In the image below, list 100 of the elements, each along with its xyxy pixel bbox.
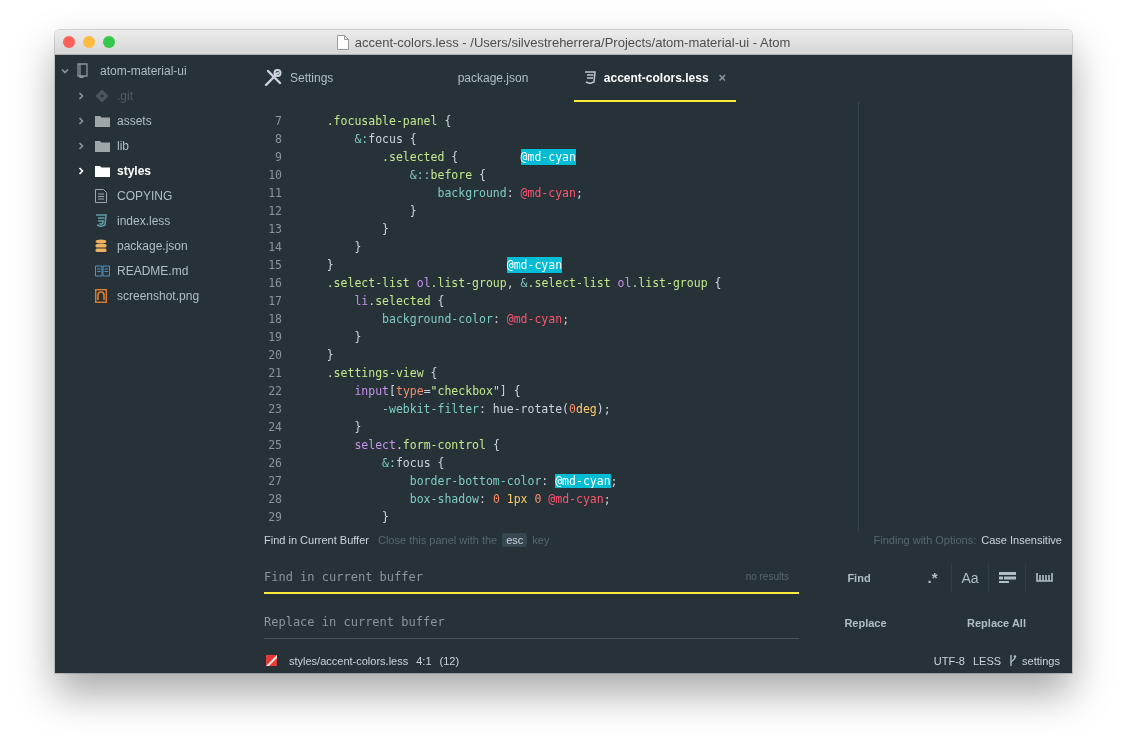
cursor-position[interactable]: 4:1 (416, 654, 432, 667)
code-line: box-shadow: 0 1px 0 @md-cyan; (408, 491, 611, 508)
minimize-window-button[interactable] (83, 36, 95, 48)
code-line: } (353, 329, 362, 346)
replace-button[interactable]: Replace (800, 607, 931, 638)
line-number: 16 (267, 275, 282, 292)
key-badge: esc (502, 533, 528, 547)
git-icon (95, 88, 109, 103)
tree-item[interactable]: package.json (55, 233, 250, 258)
search-match-highlight: @md-cyan (506, 257, 563, 273)
line-number: 29 (267, 509, 282, 526)
chevron-icon (61, 66, 69, 75)
case-toggle-button[interactable]: Aa (951, 562, 988, 593)
line-number: 13 (267, 221, 282, 238)
close-tab-button[interactable]: × (718, 70, 727, 85)
code-line: } (325, 347, 334, 364)
code-line: } (325, 257, 334, 274)
line-number: 20 (267, 347, 282, 364)
code-line: input[type="checkbox"] { (353, 383, 521, 400)
tools-icon (264, 68, 282, 87)
selection-count: (12) (439, 654, 460, 667)
line-number: 17 (267, 293, 282, 310)
document-icon (336, 34, 349, 50)
code-line: select.form-control { (353, 437, 500, 454)
lines-icon (998, 572, 1016, 583)
image-file-icon (95, 288, 107, 303)
editor-tab[interactable]: Settings (250, 55, 412, 102)
book-icon (77, 63, 89, 78)
tree-item[interactable]: lib (55, 133, 250, 158)
code-line: &::before { (408, 167, 486, 184)
code-line: li.selected { (353, 293, 445, 310)
line-number: 9 (274, 149, 282, 166)
editor-tab[interactable]: package.json (412, 55, 574, 102)
code-line: background-color: @md-cyan; (381, 311, 570, 328)
branch-icon (1009, 654, 1018, 667)
code-line: .select-list ol.list-group, &.select-list ol.list-group { (325, 275, 722, 292)
line-number: 8 (274, 131, 282, 148)
code-line: &:focus { (381, 455, 445, 472)
line-number: 24 (267, 419, 282, 436)
tree-item[interactable]: assets (55, 108, 250, 133)
line-number: 10 (267, 167, 282, 184)
code-line: .focusable-panel { (325, 113, 452, 130)
line-number: 26 (267, 455, 282, 472)
tree-item[interactable]: styles (55, 158, 250, 183)
code-line: background: @md-cyan; (436, 185, 583, 202)
line-number: 27 (267, 473, 282, 490)
tree-item[interactable]: README.md (55, 258, 250, 283)
window-title: accent-colors.less - /Users/silvestreherrera/Projects/atom-material-ui - Atom (354, 34, 791, 50)
chevron-icon (77, 116, 85, 125)
line-number: 19 (267, 329, 282, 346)
code-line: &:focus { (353, 131, 417, 148)
code-line: } (381, 509, 389, 526)
css-icon (583, 71, 596, 84)
line-number: 12 (267, 203, 282, 220)
code-line: border-bottom-color: @md-cyan; (408, 473, 618, 490)
chevron-icon (77, 141, 85, 150)
encoding[interactable]: UTF-8 (933, 654, 965, 667)
line-number: 22 (267, 383, 282, 400)
code-line: .settings-view { (325, 365, 438, 382)
line-number: 25 (267, 437, 282, 454)
ruler-icon (1035, 573, 1053, 582)
code-line: .selected { (381, 149, 459, 166)
code-line: } (381, 221, 389, 238)
database-icon (95, 238, 107, 253)
code-line: } (353, 239, 362, 256)
chevron-icon (77, 91, 85, 100)
line-number: 23 (267, 401, 282, 418)
replace-field[interactable]: Replace in current buffer (264, 606, 799, 639)
line-number: 21 (267, 365, 282, 382)
find-button[interactable]: Find (804, 562, 914, 593)
file-path[interactable]: styles/accent-colors.less (289, 654, 409, 667)
text-file-icon (95, 188, 107, 203)
tree-item[interactable]: atom-material-ui (55, 58, 250, 83)
folder-icon (95, 164, 110, 177)
folder-icon (95, 114, 110, 127)
replace-all-button[interactable]: Replace All (931, 607, 1062, 638)
code-line: -webkit-filter: hue-rotate(0deg); (381, 401, 611, 418)
line-number: 18 (267, 311, 282, 328)
file-status-icon (266, 655, 277, 666)
tree-item[interactable]: COPYING (55, 183, 250, 208)
regex-toggle-button[interactable]: .* (914, 562, 951, 593)
close-window-button[interactable] (63, 36, 75, 48)
options-value: Case Insensitive (981, 534, 1062, 546)
line-number: 28 (267, 491, 282, 508)
folder-icon (95, 139, 110, 152)
panel-title: Find in Current Buffer (264, 534, 369, 546)
tree-item[interactable]: index.less (55, 208, 250, 233)
css-icon (95, 214, 107, 227)
line-number: 7 (274, 113, 282, 130)
line-number: 11 (267, 185, 282, 202)
book-icon (95, 264, 110, 277)
editor-tab[interactable]: accent-colors.less × (574, 55, 736, 102)
line-number: 15 (267, 257, 282, 274)
grammar[interactable]: LESS (972, 654, 1002, 667)
zoom-window-button[interactable] (103, 36, 115, 48)
line-number: 14 (267, 239, 282, 256)
tree-item[interactable]: screenshot.png (55, 283, 250, 308)
branch-name[interactable]: settings (1022, 654, 1060, 667)
code-line: } (408, 203, 417, 220)
code-line: } (353, 419, 362, 436)
